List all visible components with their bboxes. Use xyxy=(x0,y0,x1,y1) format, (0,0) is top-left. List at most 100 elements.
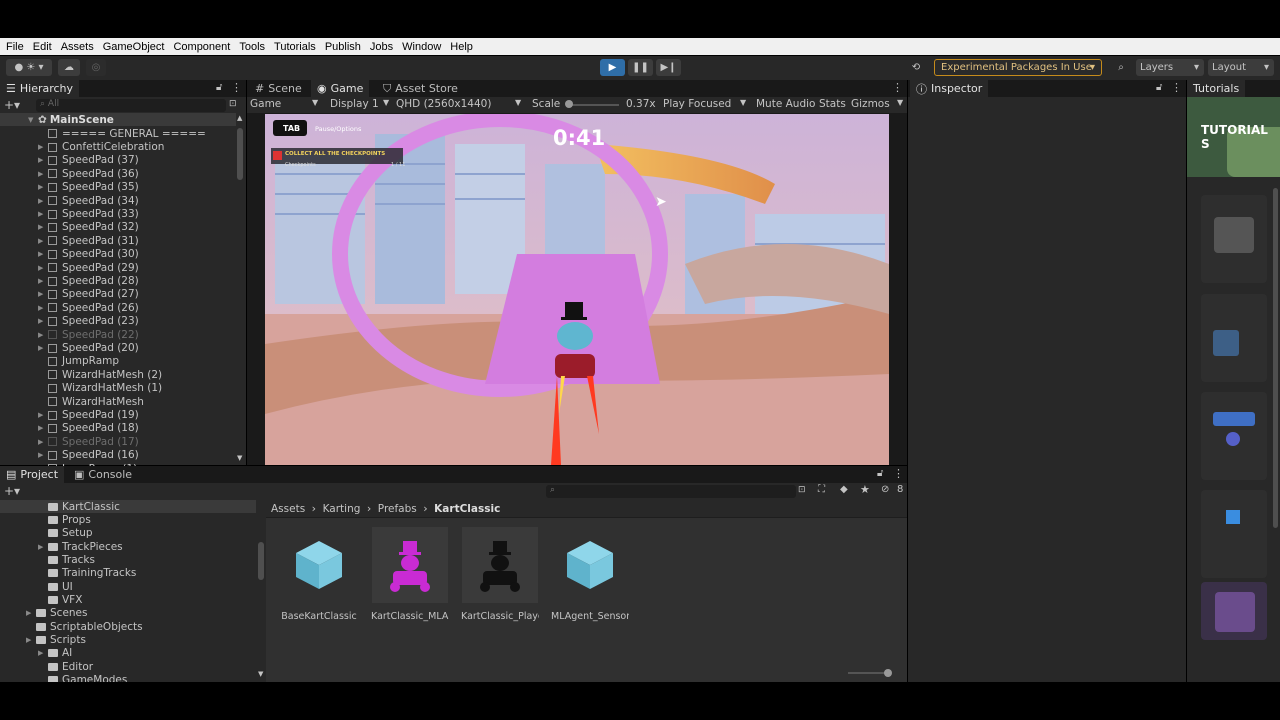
lock-icon[interactable]: 🔓︎ xyxy=(877,468,883,479)
project-folder-item[interactable]: ▶ AI xyxy=(0,647,256,660)
cloud-button[interactable]: ☁ xyxy=(58,59,80,76)
scroll-down-icon[interactable]: ▼ xyxy=(258,670,263,678)
type-filter-icon[interactable]: ⛶ xyxy=(818,484,825,495)
menu-item-gameobject[interactable]: GameObject xyxy=(103,41,165,53)
hierarchy-item[interactable]: ▶ SpeedPad (36) xyxy=(38,167,139,180)
menu-item-jobs[interactable]: Jobs xyxy=(370,41,393,53)
project-folder-item[interactable]: ▶ TrackPieces xyxy=(0,540,256,553)
hierarchy-item[interactable]: ▶ SpeedPad (18) xyxy=(38,422,139,435)
hierarchy-scrollbar[interactable] xyxy=(237,128,243,180)
mute-audio-button[interactable]: Mute Audio xyxy=(756,98,815,110)
thumbnail-size-handle[interactable] xyxy=(884,669,892,677)
pause-button[interactable]: ❚❚ xyxy=(628,59,653,76)
tutorial-card-material[interactable] xyxy=(1201,392,1267,480)
expand-arrow-icon[interactable]: ▶ xyxy=(38,183,48,191)
breadcrumb-item[interactable]: KartClassic xyxy=(434,503,500,515)
asset-item[interactable]: KartClassic_Player xyxy=(461,527,539,627)
expand-arrow-icon[interactable]: ▶ xyxy=(38,344,48,352)
project-folder-item[interactable]: ScriptableObjects xyxy=(0,620,256,633)
project-folder-item[interactable]: KartClassic xyxy=(0,500,256,514)
expand-arrow-icon[interactable]: ▶ xyxy=(38,156,48,164)
expand-arrow-icon[interactable]: ▶ xyxy=(38,451,48,459)
tab-project[interactable]: ▤ Project xyxy=(0,466,65,483)
tutorial-card-prefab[interactable] xyxy=(1201,490,1267,578)
project-folder-item[interactable]: Props xyxy=(0,513,256,526)
scene-row[interactable]: ▼ ✿ MainScene xyxy=(0,113,236,126)
tab-scene[interactable]: # Scene xyxy=(249,80,308,97)
kebab-menu-icon[interactable]: ⋮ xyxy=(1171,81,1182,94)
game-viewport[interactable]: TAB Pause/Options COLLECT ALL THE CHECKP… xyxy=(265,114,889,465)
hierarchy-item[interactable]: ▶ SpeedPad (29) xyxy=(38,261,139,274)
project-folder-item[interactable]: VFX xyxy=(0,593,256,606)
favorite-icon[interactable]: ★ xyxy=(860,483,870,496)
asset-item[interactable]: MLAgent_Sensors xyxy=(551,527,629,627)
menu-item-assets[interactable]: Assets xyxy=(61,41,94,53)
asset-item[interactable]: BaseKartClassic xyxy=(280,527,358,627)
hierarchy-item[interactable]: ▶ SpeedPad (35) xyxy=(38,181,139,194)
hierarchy-item[interactable]: ▶ SpeedPad (33) xyxy=(38,207,139,220)
breadcrumb-item[interactable]: Prefabs xyxy=(378,503,417,515)
play-button[interactable]: ▶ xyxy=(600,59,625,76)
expand-arrow-icon[interactable]: ▶ xyxy=(38,424,48,432)
menu-item-publish[interactable]: Publish xyxy=(325,41,361,53)
expand-arrow-icon[interactable]: ▶ xyxy=(38,438,48,446)
stats-button[interactable]: Stats xyxy=(819,98,846,110)
hierarchy-item[interactable]: ===== GENERAL ===== xyxy=(38,127,206,140)
project-folder-item[interactable]: Editor xyxy=(0,660,256,673)
expand-arrow-icon[interactable]: ▶ xyxy=(38,317,48,325)
resolution-dropdown[interactable]: QHD (2560x1440) xyxy=(396,98,491,110)
kebab-menu-icon[interactable]: ⋮ xyxy=(892,81,903,94)
scroll-up-icon[interactable]: ▲ xyxy=(237,114,242,122)
hierarchy-item[interactable]: ▶ SpeedPad (22) xyxy=(38,328,139,341)
project-tree-scrollbar[interactable] xyxy=(258,542,264,580)
breadcrumb-item[interactable]: Karting xyxy=(323,503,361,515)
menu-item-tools[interactable]: Tools xyxy=(239,41,265,53)
expand-arrow-icon[interactable]: ▶ xyxy=(38,543,48,551)
asset-item[interactable]: KartClassic_MLA... xyxy=(371,527,449,627)
project-folder-item[interactable]: TrainingTracks xyxy=(0,567,256,580)
hierarchy-item[interactable]: ▶ SpeedPad (34) xyxy=(38,194,139,207)
hidden-packages-icon[interactable]: ⊘ xyxy=(881,484,889,495)
hierarchy-item[interactable]: WizardHatMesh (2) xyxy=(38,368,162,381)
hierarchy-item[interactable]: ▶ ConfettiCelebration xyxy=(38,140,164,153)
expand-arrow-icon[interactable]: ▶ xyxy=(38,304,48,312)
hierarchy-item[interactable]: ▶ SpeedPad (30) xyxy=(38,248,139,261)
project-search-input[interactable]: ⌕ xyxy=(546,485,796,498)
scroll-down-icon[interactable]: ▼ xyxy=(237,454,242,462)
menu-item-help[interactable]: Help xyxy=(450,41,473,53)
expand-arrow-icon[interactable]: ▶ xyxy=(38,277,48,285)
hierarchy-item[interactable]: ▶ SpeedPad (27) xyxy=(38,288,139,301)
menu-item-window[interactable]: Window xyxy=(402,41,441,53)
tab-tutorials[interactable]: Tutorials xyxy=(1187,80,1246,97)
search-button[interactable]: ⌕ xyxy=(1110,59,1132,76)
add-icon[interactable]: +▾ xyxy=(4,98,20,112)
hierarchy-item[interactable]: WizardHatMesh xyxy=(38,395,144,408)
expand-arrow-icon[interactable]: ▶ xyxy=(38,649,48,657)
display-dropdown[interactable]: Display 1 xyxy=(330,98,379,110)
add-icon[interactable]: +▾ xyxy=(4,484,20,498)
collab-button[interactable]: ◎ xyxy=(86,59,106,76)
expand-arrow-icon[interactable]: ▶ xyxy=(38,290,48,298)
menu-item-file[interactable]: File xyxy=(6,41,24,53)
tutorials-scrollbar[interactable] xyxy=(1273,188,1278,528)
expand-arrow-icon[interactable]: ▶ xyxy=(38,237,48,245)
game-mode-dropdown[interactable]: Game xyxy=(250,98,281,110)
history-button[interactable]: ⟲ xyxy=(905,59,927,76)
account-button[interactable]: ● ☀ ▾ xyxy=(6,59,52,76)
hierarchy-item[interactable]: ▶ SpeedPad (26) xyxy=(38,301,139,314)
kebab-menu-icon[interactable]: ⋮ xyxy=(231,81,242,94)
tab-hierarchy[interactable]: ☰ Hierarchy xyxy=(0,80,80,97)
label-filter-icon[interactable]: ◆ xyxy=(840,484,848,495)
kebab-menu-icon[interactable]: ⋮ xyxy=(893,467,904,480)
hierarchy-search-input[interactable]: ⌕ All xyxy=(36,99,226,112)
hierarchy-item[interactable]: WizardHatMesh (1) xyxy=(38,382,162,395)
expand-arrow-icon[interactable]: ▶ xyxy=(38,223,48,231)
tutorials-banner[interactable]: TUTORIAL S xyxy=(1187,97,1280,177)
project-folder-item[interactable]: UI xyxy=(0,580,256,593)
search-filter-icon[interactable]: ⊡ xyxy=(798,485,806,495)
hierarchy-item[interactable]: ▶ SpeedPad (31) xyxy=(38,234,139,247)
expand-arrow-icon[interactable]: ▶ xyxy=(26,636,36,644)
hierarchy-item[interactable]: ▶ SpeedPad (23) xyxy=(38,315,139,328)
expand-arrow-icon[interactable]: ▶ xyxy=(38,331,48,339)
menu-item-component[interactable]: Component xyxy=(173,41,230,53)
